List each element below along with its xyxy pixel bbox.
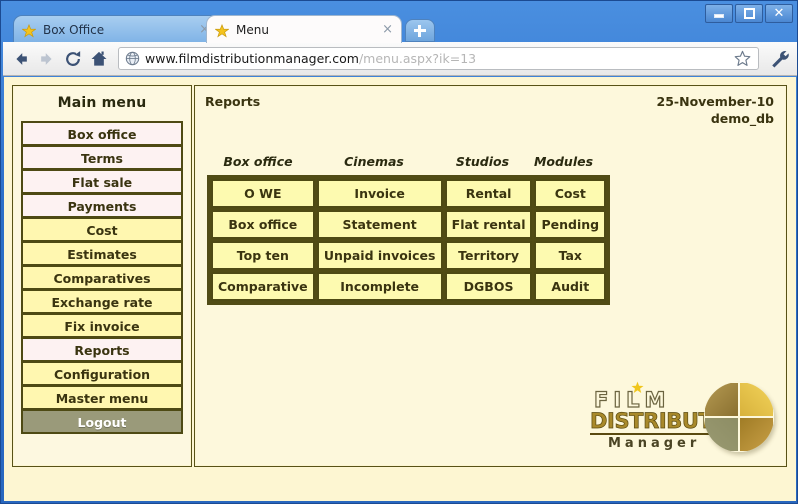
table-row: Comparative Incomplete DGBOS Audit [211,272,606,301]
star-icon [22,23,36,37]
report-button-cost[interactable]: Cost [534,179,606,208]
report-button-pending[interactable]: Pending [534,210,606,239]
star-icon [631,379,644,392]
report-button-top-ten[interactable]: Top ten [211,241,315,270]
table-row: O WE Invoice Rental Cost [211,179,606,208]
database-name: demo_db [657,111,774,128]
sidebar-item-logout[interactable]: Logout [21,409,183,434]
sidebar-item-terms[interactable]: Terms [21,145,183,170]
sidebar-title: Main menu [13,86,191,121]
panel-header: Reports 25-November-10 demo_db [195,86,786,138]
sidebar-item-estimates[interactable]: Estimates [21,241,183,266]
column-header-studios: Studios [439,154,526,169]
report-button-invoice[interactable]: Invoice [317,179,443,208]
url-path: /menu.aspx?ik=13 [359,51,476,66]
tab-label: Box Office [43,23,193,37]
tab-close-icon[interactable]: × [376,23,393,36]
logo-pie-icon [704,382,774,452]
report-button-box-office[interactable]: Box office [211,210,315,239]
back-button[interactable] [8,46,34,72]
tab-strip: Box Office × Menu × [1,15,798,43]
sidebar-item-fix-invoice[interactable]: Fix invoice [21,313,183,338]
report-button-unpaid-invoices[interactable]: Unpaid invoices [317,241,443,270]
report-button-audit[interactable]: Audit [534,272,606,301]
sidebar-item-exchange-rate[interactable]: Exchange rate [21,289,183,314]
home-button[interactable] [86,46,112,72]
table-row: Top ten Unpaid invoices Territory Tax [211,241,606,270]
url-domain: www.filmdistributionmanager.com [145,51,359,66]
sidebar-item-payments[interactable]: Payments [21,193,183,218]
globe-icon [125,51,140,66]
logo-pie-quadrant-1 [704,382,739,417]
report-button-rental[interactable]: Rental [445,179,533,208]
plus-icon [413,24,427,38]
window-frame: ✕ Box Office × [0,0,798,504]
sidebar-item-comparatives[interactable]: Comparatives [21,265,183,290]
address-bar[interactable]: www.filmdistributionmanager.com/menu.asp… [118,47,759,70]
report-button-dgbos[interactable]: DGBOS [445,272,533,301]
forward-button[interactable] [34,46,60,72]
browser-toolbar: www.filmdistributionmanager.com/menu.asp… [3,42,797,76]
sidebar-item-flat-sale[interactable]: Flat sale [21,169,183,194]
column-header-cinemas: Cinemas [309,154,439,169]
report-button-territory[interactable]: Territory [445,241,533,270]
logo-pie-quadrant-2 [739,382,774,417]
logo-pie-quadrant-4 [739,417,774,452]
sidebar-item-box-office[interactable]: Box office [21,121,183,146]
column-header-modules: Modules [526,154,601,169]
report-button-comparative[interactable]: Comparative [211,272,315,301]
report-button-flat-rental[interactable]: Flat rental [445,210,533,239]
sidebar-item-master-menu[interactable]: Master menu [21,385,183,410]
panel-meta: 25-November-10 demo_db [657,94,774,128]
sidebar-item-cost[interactable]: Cost [21,217,183,242]
browser-window: ✕ Box Office × [0,0,798,504]
sidebar-item-configuration[interactable]: Configuration [21,361,183,386]
main-panel: Reports 25-November-10 demo_db Box offic… [194,85,787,467]
bookmark-star-icon[interactable] [733,49,752,68]
current-date: 25-November-10 [657,94,774,111]
app-logo: FILM DISTRIBUTION Manager [584,376,774,456]
report-button-incomplete[interactable]: Incomplete [317,272,443,301]
report-button-statement[interactable]: Statement [317,210,443,239]
tab-label: Menu [236,23,376,37]
settings-wrench-icon[interactable] [768,47,792,71]
new-tab-button[interactable] [405,19,435,42]
logo-pie-quadrant-3 [704,417,739,452]
sidebar-item-reports[interactable]: Reports [21,337,183,362]
reload-button[interactable] [60,46,86,72]
reports-grid: Box office Cinemas Studios Modules O WE … [207,154,610,305]
page-viewport: Main menu Box office Terms Flat sale Pay… [4,77,796,501]
table-row: Box office Statement Flat rental Pending [211,210,606,239]
reports-table: O WE Invoice Rental Cost Box office Stat… [207,175,610,305]
url-input[interactable]: www.filmdistributionmanager.com/menu.asp… [145,51,733,66]
report-button-tax[interactable]: Tax [534,241,606,270]
sidebar-menu-list: Box office Terms Flat sale Payments Cost… [21,121,183,434]
tab-menu[interactable]: Menu × [206,15,402,43]
logo-text-manager: Manager [608,436,700,451]
star-icon [215,23,229,37]
sidebar-panel: Main menu Box office Terms Flat sale Pay… [12,85,192,467]
logo-divider [590,433,718,435]
tab-box-office[interactable]: Box Office × [13,15,219,43]
column-header-box-office: Box office [207,154,309,169]
report-button-owe[interactable]: O WE [211,179,315,208]
grid-column-headers: Box office Cinemas Studios Modules [207,154,610,169]
